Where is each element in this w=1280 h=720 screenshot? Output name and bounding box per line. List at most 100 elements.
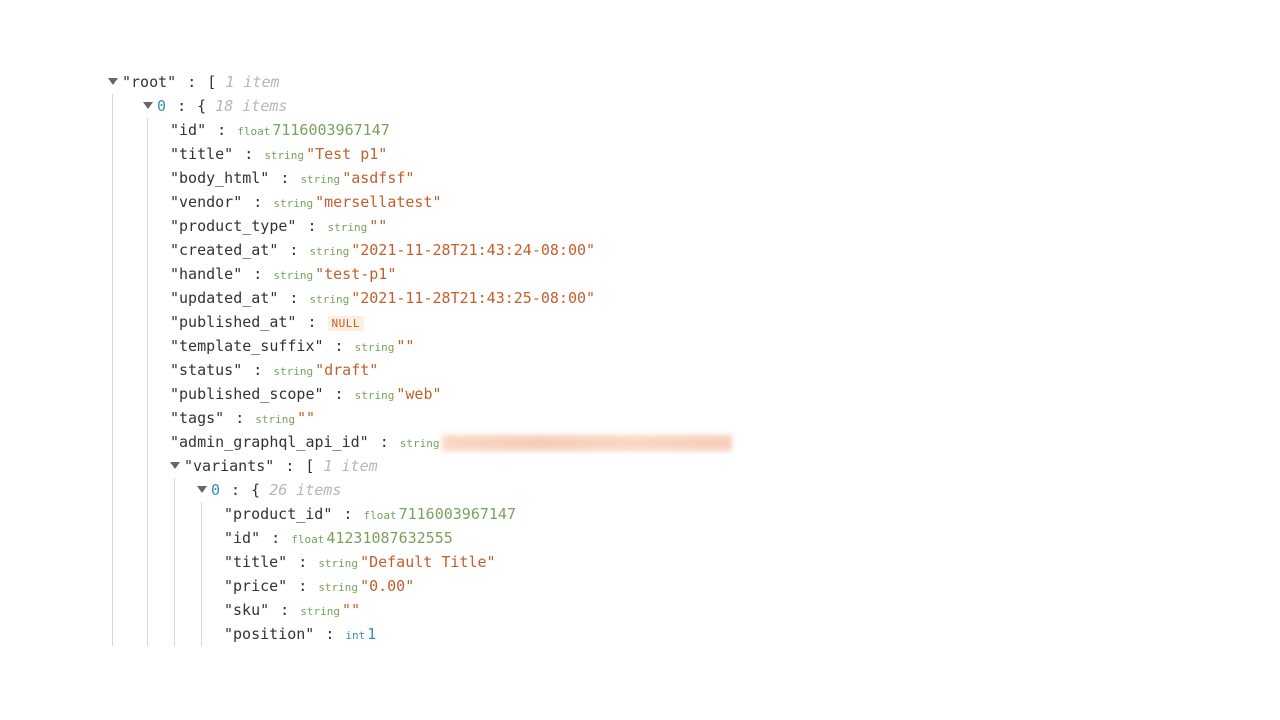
node-key: "id" [170,121,206,139]
node-key: "status" [170,361,242,379]
redacted-value [442,435,732,451]
node-key: "template_suffix" [170,337,324,355]
type-tag: string [355,341,395,354]
node-value: "" [297,409,315,427]
type-tag: string [309,293,349,306]
type-tag: string [328,221,368,234]
bracket-open: [ [207,73,216,91]
node-value: 41231087632555 [326,529,452,547]
item-count: 18 items [215,97,287,115]
tree-leaf-row[interactable]: "price" : string"0.00" [224,574,1280,598]
null-badge: NULL [328,316,365,331]
type-tag: string [273,269,313,282]
tree-leaf-row[interactable]: "created_at" : string"2021-11-28T21:43:2… [170,238,1280,262]
tree-leaf-row[interactable]: "id" : float41231087632555 [224,526,1280,550]
chevron-down-icon[interactable] [170,462,180,469]
type-tag: float [363,509,396,522]
node-key: "updated_at" [170,289,278,307]
node-value: "mersellatest" [315,193,441,211]
node-value: "" [342,601,360,619]
node-key: "price" [224,577,287,595]
node-key: "position" [224,625,314,643]
type-tag: string [300,605,340,618]
node-key: "root" [122,73,176,91]
tree-leaf-row[interactable]: "title" : string"Test p1" [170,142,1280,166]
node-value: 1 [367,625,376,643]
chevron-down-icon[interactable] [143,102,153,109]
tree-leaf-row[interactable]: "sku" : string"" [224,598,1280,622]
node-value: "" [396,337,414,355]
node-key: "published_at" [170,313,296,331]
node-value: "asdfsf" [342,169,414,187]
node-value: "web" [396,385,441,403]
json-tree-viewer: "root" : [ 1 item 0 : { 18 items "id" : … [0,0,1280,646]
type-tag: string [255,413,295,426]
tree-leaf-row[interactable]: "position" : int1 [224,622,1280,646]
type-tag: string [264,149,304,162]
tree-leaf-row[interactable]: "id" : float7116003967147 [170,118,1280,142]
node-key: "created_at" [170,241,278,259]
type-tag: string [318,581,358,594]
bracket-open: { [251,481,260,499]
node-key: "product_type" [170,217,296,235]
type-tag: string [355,389,395,402]
tree-leaf-row[interactable]: "tags" : string"" [170,406,1280,430]
tree-leaf-row[interactable]: "template_suffix" : string"" [170,334,1280,358]
tree-node-variants[interactable]: "variants" : [ 1 item [170,454,1280,478]
node-value: "draft" [315,361,378,379]
node-key: "body_html" [170,169,269,187]
tree-leaf-row[interactable]: "vendor" : string"mersellatest" [170,190,1280,214]
tree-leaf-row[interactable]: "published_scope" : string"web" [170,382,1280,406]
tree-leaf-row[interactable]: "status" : string"draft" [170,358,1280,382]
type-tag: string [309,245,349,258]
item-count: 1 item [323,457,377,475]
tree-leaf-row[interactable]: "published_at" : NULL [170,310,1280,334]
item-count: 1 item [225,73,279,91]
tree-node-array-item[interactable]: 0 : { 18 items [143,94,1280,118]
node-key: "product_id" [224,505,332,523]
type-tag: string [300,173,340,186]
type-tag: string [400,437,440,450]
tree-leaf-row[interactable]: "title" : string"Default Title" [224,550,1280,574]
tree-leaf-row[interactable]: "product_id" : float7116003967147 [224,502,1280,526]
node-key: "sku" [224,601,269,619]
type-tag: string [273,365,313,378]
type-tag: string [273,197,313,210]
chevron-down-icon[interactable] [197,486,207,493]
node-value: 7116003967147 [272,121,389,139]
tree-leaf-row[interactable]: "handle" : string"test-p1" [170,262,1280,286]
tree-leaf-row[interactable]: "body_html" : string"asdfsf" [170,166,1280,190]
node-key: "title" [170,145,233,163]
type-tag: float [237,125,270,138]
node-value: "test-p1" [315,265,396,283]
type-tag: float [291,533,324,546]
node-index: 0 [211,481,220,499]
bracket-open: [ [305,457,314,475]
node-key: "tags" [170,409,224,427]
node-value: "" [369,217,387,235]
tree-leaf-row[interactable]: "admin_graphql_api_id" : string [170,430,1280,454]
node-key: "published_scope" [170,385,324,403]
node-key: "vendor" [170,193,242,211]
node-key: "admin_graphql_api_id" [170,433,369,451]
type-tag: string [318,557,358,570]
node-value: "2021-11-28T21:43:24-08:00" [351,241,595,259]
chevron-down-icon[interactable] [108,78,118,85]
tree-node-array-item[interactable]: 0 : { 26 items [197,478,1280,502]
tree-leaf-row[interactable]: "updated_at" : string"2021-11-28T21:43:2… [170,286,1280,310]
node-value: "2021-11-28T21:43:25-08:00" [351,289,595,307]
node-value: 7116003967147 [399,505,516,523]
node-value: "0.00" [360,577,414,595]
type-tag: int [345,629,365,642]
tree-node-root[interactable]: "root" : [ 1 item [108,70,1280,94]
item-count: 26 items [269,481,341,499]
bracket-open: { [197,97,206,115]
node-value: "Default Title" [360,553,495,571]
node-key: "variants" [184,457,274,475]
node-index: 0 [157,97,166,115]
node-key: "title" [224,553,287,571]
node-key: "id" [224,529,260,547]
tree-leaf-row[interactable]: "product_type" : string"" [170,214,1280,238]
node-value: "Test p1" [306,145,387,163]
node-key: "handle" [170,265,242,283]
